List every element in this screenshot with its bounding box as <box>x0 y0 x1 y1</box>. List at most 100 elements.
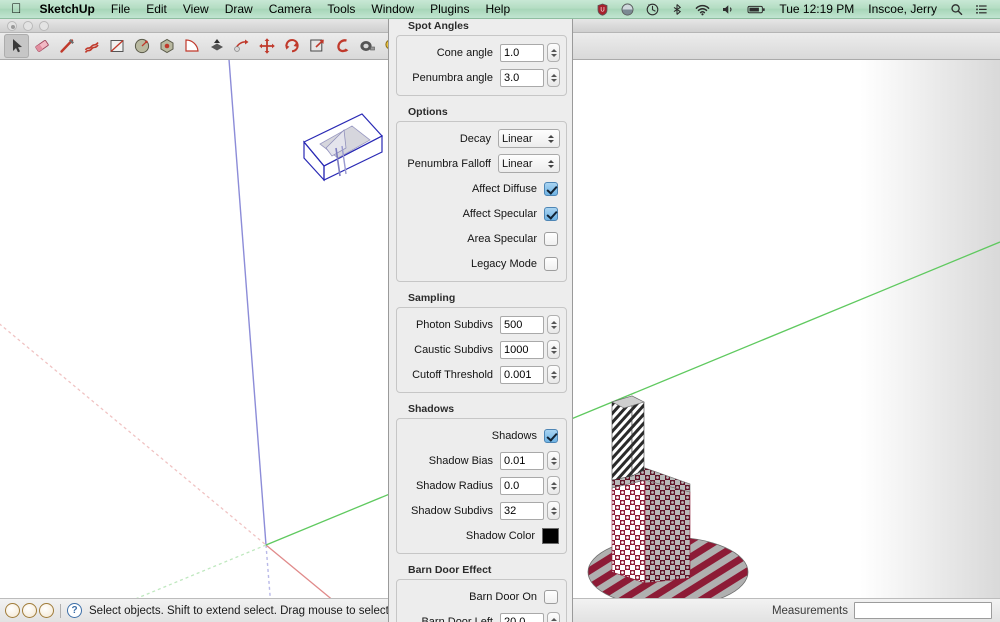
offset-tool-button[interactable] <box>254 34 279 58</box>
row-affect-specular: Affect Specular <box>403 201 560 226</box>
solar-position-icon[interactable] <box>22 603 37 618</box>
help-icon[interactable]: ? <box>67 603 82 618</box>
stepper-penumbra-angle[interactable] <box>547 68 560 87</box>
line-tool-button[interactable] <box>54 34 79 58</box>
label-barn-door-left: Barn Door Left <box>421 615 493 622</box>
checkbox-legacy-mode[interactable] <box>544 256 558 271</box>
freehand-tool-button[interactable] <box>79 34 104 58</box>
light-properties-panel[interactable]: Spot Angles Cone angle Penumbra angle <box>388 14 573 622</box>
input-shadow-radius[interactable] <box>500 476 544 495</box>
menu-item-plugins[interactable]: Plugins <box>422 0 477 19</box>
color-swatch-shadow-color[interactable] <box>542 527 559 544</box>
menu-bar-clock[interactable]: Tue 12:19 PM <box>772 2 861 16</box>
hat-upper-column-right <box>631 395 645 477</box>
stepper-shadow-subdivs[interactable] <box>547 501 560 520</box>
stepper-cone-angle[interactable] <box>547 43 560 62</box>
label-area-specular: Area Specular <box>467 232 537 245</box>
checkbox-area-specular[interactable] <box>544 231 558 246</box>
menu-item-tools[interactable]: Tools <box>319 0 363 19</box>
dropbox-icon[interactable] <box>615 0 640 19</box>
stepper-shadow-radius[interactable] <box>547 476 560 495</box>
hat-crown-left <box>611 479 646 584</box>
select-decay[interactable]: Linear <box>498 129 560 148</box>
rectangle-tool-button[interactable] <box>104 34 129 58</box>
checkbox-barn-door-on[interactable] <box>544 589 558 604</box>
input-cutoff-threshold[interactable] <box>500 365 544 384</box>
circle-tool-button[interactable] <box>129 34 154 58</box>
label-affect-specular: Affect Specular <box>462 207 537 220</box>
chevron-updown-icon <box>545 159 556 168</box>
stepper-caustic-subdivs[interactable] <box>547 340 560 359</box>
input-caustic-subdivs[interactable] <box>500 340 544 359</box>
stepper-shadow-bias[interactable] <box>547 451 560 470</box>
label-affect-diffuse: Affect Diffuse <box>471 182 537 195</box>
menu-bar-left:  SketchUp File Edit View Draw Camera To… <box>0 0 518 19</box>
pushpull-tool-button[interactable] <box>204 34 229 58</box>
input-penumbra-angle[interactable] <box>500 68 544 87</box>
wifi-icon[interactable] <box>689 0 716 19</box>
input-photon-subdivs[interactable] <box>500 315 544 334</box>
polygon-tool-button[interactable] <box>154 34 179 58</box>
measurements-label: Measurements <box>771 604 848 617</box>
menu-item-edit[interactable]: Edit <box>138 0 175 19</box>
select-tool-button[interactable] <box>4 34 29 58</box>
tapemeasure-tool-button[interactable] <box>354 34 379 58</box>
input-shadow-subdivs[interactable] <box>500 501 544 520</box>
stepper-barn-door-left[interactable] <box>547 612 560 622</box>
menu-item-help[interactable]: Help <box>477 0 518 19</box>
checkbox-shadows-enabled[interactable] <box>544 428 558 443</box>
arc-tool-button[interactable] <box>179 34 204 58</box>
row-decay: Decay Linear <box>403 126 560 151</box>
label-decay: Decay <box>459 132 491 145</box>
checkbox-affect-diffuse[interactable] <box>544 181 558 196</box>
label-cone-angle: Cone angle <box>436 46 493 59</box>
group-title-options: Options <box>408 106 448 118</box>
move-tool-button[interactable] <box>279 34 304 58</box>
group-spot-angles: Spot Angles Cone angle Penumbra angle <box>396 16 567 96</box>
menu-item-view[interactable]: View <box>175 0 217 19</box>
eraser-tool-button[interactable] <box>29 34 54 58</box>
stepper-photon-subdivs[interactable] <box>547 315 560 334</box>
menu-item-window[interactable]: Window <box>363 0 422 19</box>
timemachine-icon[interactable] <box>640 0 665 19</box>
shield-icon[interactable]: U <box>590 0 615 19</box>
bluetooth-icon[interactable] <box>665 0 689 19</box>
row-barn-door-on: Barn Door On <box>403 584 560 609</box>
measurements-input[interactable] <box>854 602 992 619</box>
label-photon-subdivs: Photon Subdivs <box>415 318 493 331</box>
menu-item-file[interactable]: File <box>103 0 138 19</box>
input-shadow-bias[interactable] <box>500 451 544 470</box>
menu-app-name[interactable]: SketchUp <box>32 0 103 19</box>
apple-logo-icon[interactable]:  <box>0 0 32 19</box>
followme-tool-button[interactable] <box>229 34 254 58</box>
volume-icon[interactable] <box>716 0 741 19</box>
row-shadow-bias: Shadow Bias <box>403 448 560 473</box>
scale-tool-button[interactable] <box>329 34 354 58</box>
solar-north-icon[interactable] <box>5 603 20 618</box>
stepper-cutoff-threshold[interactable] <box>547 365 560 384</box>
menu-item-camera[interactable]: Camera <box>261 0 320 19</box>
window-close-button[interactable] <box>7 21 17 31</box>
select-penumbra-falloff[interactable]: Linear <box>498 154 560 173</box>
input-cone-angle[interactable] <box>500 43 544 62</box>
shadow-icon[interactable] <box>39 603 54 618</box>
notification-center-icon[interactable] <box>969 0 994 19</box>
battery-icon[interactable] <box>741 0 772 19</box>
menu-item-draw[interactable]: Draw <box>217 0 261 19</box>
checkbox-affect-specular[interactable] <box>544 206 558 221</box>
window-zoom-button[interactable] <box>39 21 49 31</box>
spotlight-search-icon[interactable] <box>944 0 969 19</box>
row-penumbra-angle: Penumbra angle <box>403 65 560 90</box>
label-caustic-subdivs: Caustic Subdivs <box>414 343 493 356</box>
rotate-tool-button[interactable] <box>304 34 329 58</box>
group-box-spot-angles: Cone angle Penumbra angle <box>396 35 567 96</box>
menu-bar-username[interactable]: Inscoe, Jerry <box>861 2 944 16</box>
select-decay-value: Linear <box>502 132 533 145</box>
row-caustic-subdivs: Caustic Subdivs <box>403 337 560 362</box>
row-shadow-color: Shadow Color <box>403 523 560 548</box>
window-minimize-button[interactable] <box>23 21 33 31</box>
input-barn-door-left[interactable] <box>500 612 544 622</box>
group-sampling: Sampling Photon Subdivs Caustic Subdivs … <box>396 288 567 393</box>
svg-text:U: U <box>601 7 605 13</box>
group-title-barn-door-effect: Barn Door Effect <box>408 564 492 576</box>
